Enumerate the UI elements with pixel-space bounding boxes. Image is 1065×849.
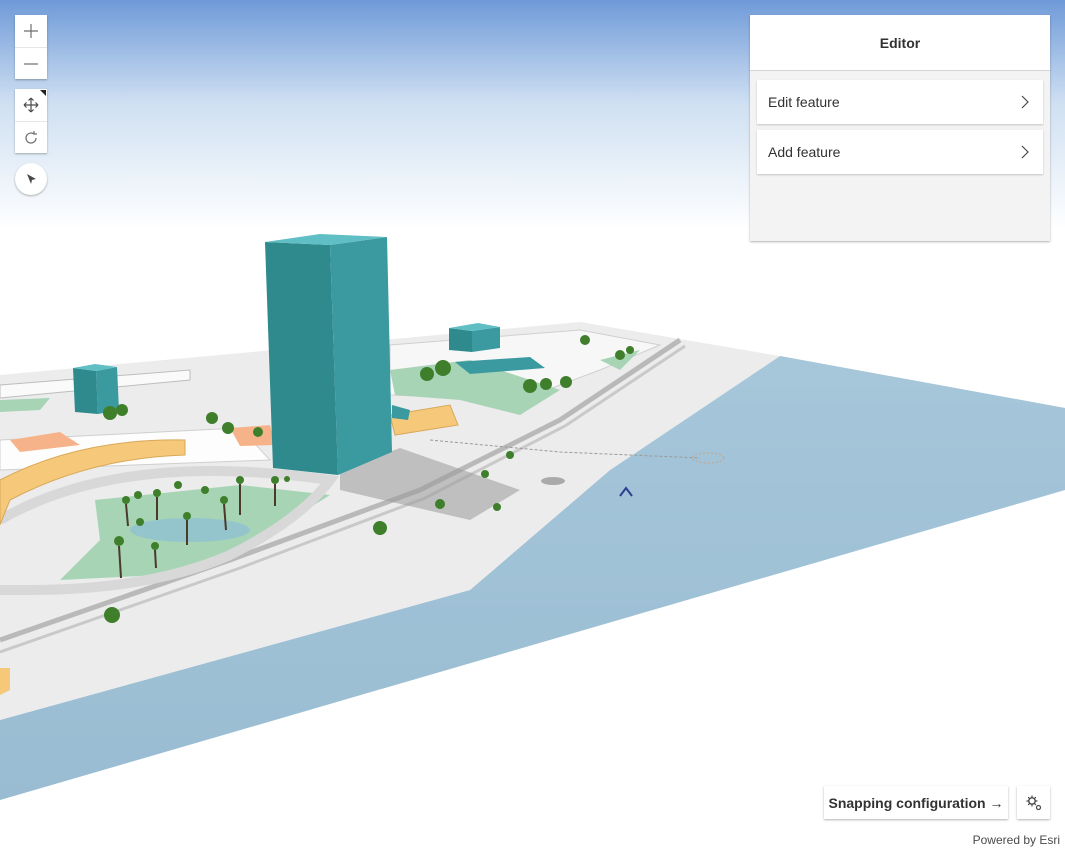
add-feature-button[interactable]: Add feature — [757, 130, 1043, 174]
pan-button[interactable] — [15, 89, 47, 121]
attribution-text: Powered by Esri — [972, 833, 1060, 847]
gear-icon — [1026, 795, 1041, 810]
rotate-button[interactable] — [15, 121, 47, 153]
zoom-in-button[interactable] — [15, 15, 47, 47]
navigation-toggle — [15, 89, 47, 153]
minus-icon — [24, 62, 38, 65]
zoom-widget — [15, 15, 47, 79]
snapping-configuration-button[interactable]: Snapping configuration → — [824, 786, 1008, 819]
chevron-right-icon — [1021, 95, 1029, 109]
add-feature-label: Add feature — [768, 144, 841, 160]
edit-feature-label: Edit feature — [768, 94, 840, 110]
snapping-label: Snapping configuration → — [828, 794, 1004, 811]
compass-icon — [27, 174, 36, 184]
snapping-settings-button[interactable] — [1017, 786, 1050, 819]
editor-panel: Editor Edit feature Add feature — [750, 15, 1050, 241]
compass-button[interactable] — [15, 163, 47, 195]
tall-tower — [265, 242, 338, 475]
edit-feature-button[interactable]: Edit feature — [757, 80, 1043, 124]
zoom-out-button[interactable] — [15, 47, 47, 79]
editor-title: Editor — [750, 15, 1050, 71]
corner-indicator — [40, 90, 46, 96]
rotate-icon — [25, 130, 37, 144]
plus-icon — [24, 24, 38, 38]
chevron-right-icon — [1021, 145, 1029, 159]
move-icon — [23, 97, 39, 113]
